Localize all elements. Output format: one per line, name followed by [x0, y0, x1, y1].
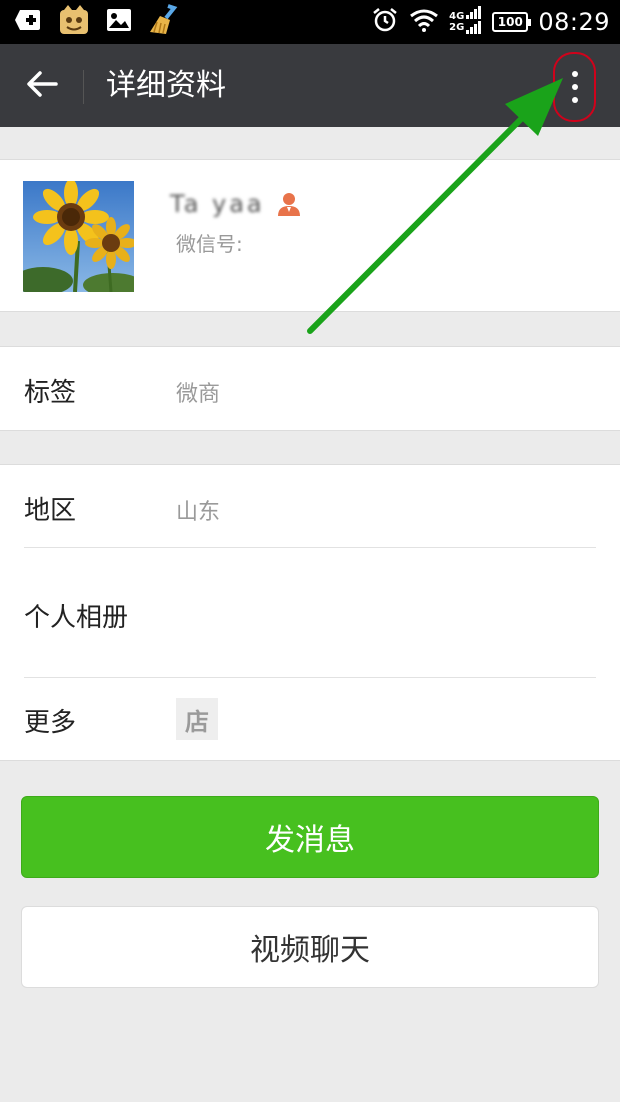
tag-row[interactable]: 标签 微商 [0, 347, 620, 432]
wechat-profile-screen: 4G 2G 100 08:29 详细资料 Ta yaa 微信号: 标签 微商 地… [0, 0, 620, 1102]
app-bar-divider [83, 70, 84, 104]
add-square-icon [14, 8, 42, 36]
clock-time: 08:29 [538, 8, 610, 36]
app-bar: 详细资料 [0, 44, 620, 127]
album-label: 个人相册 [24, 603, 129, 633]
image-icon [106, 8, 132, 36]
broom-icon [148, 4, 178, 40]
details-group: 地区 山东 个人相册 更多 店 [0, 464, 620, 761]
emoji-sticker-icon [58, 4, 90, 40]
tag-label: 标签 [24, 378, 77, 408]
more-options-button[interactable] [553, 52, 596, 122]
status-bar: 4G 2G 100 08:29 [0, 0, 620, 44]
network-type-bottom: 2G [449, 22, 465, 33]
alarm-icon [371, 6, 399, 38]
status-bar-notifications [14, 4, 178, 40]
region-label: 地区 [24, 496, 77, 526]
wechat-id-label: 微信号: [176, 232, 243, 256]
region-value: 山东 [176, 500, 221, 525]
more-row[interactable]: 更多 店 [0, 678, 620, 760]
album-row[interactable]: 个人相册 [0, 548, 620, 678]
status-bar-system: 4G 2G 100 08:29 [371, 0, 610, 44]
profile-card[interactable]: Ta yaa 微信号: [0, 159, 620, 312]
avatar[interactable] [23, 181, 134, 292]
battery-icon: 100 [492, 12, 532, 32]
more-vertical-icon [571, 71, 578, 77]
profile-name: Ta yaa [170, 190, 265, 218]
send-message-button[interactable]: 发消息 [21, 796, 599, 878]
profile-name-row: Ta yaa [170, 190, 303, 218]
network-type-top: 4G [449, 11, 465, 22]
tag-value: 微商 [176, 382, 221, 407]
arrow-left-icon [26, 70, 58, 102]
wifi-icon [409, 8, 439, 36]
contact-person-icon [275, 190, 303, 218]
video-chat-button[interactable]: 视频聊天 [21, 906, 599, 988]
shop-icon: 店 [176, 698, 218, 740]
page-title: 详细资料 [106, 68, 226, 103]
network-type: 4G 2G [449, 11, 464, 33]
tag-group: 标签 微商 [0, 346, 620, 431]
back-button[interactable] [20, 64, 64, 108]
region-row: 地区 山东 [0, 465, 620, 548]
more-label: 更多 [24, 708, 77, 738]
signal-icon [466, 6, 482, 38]
